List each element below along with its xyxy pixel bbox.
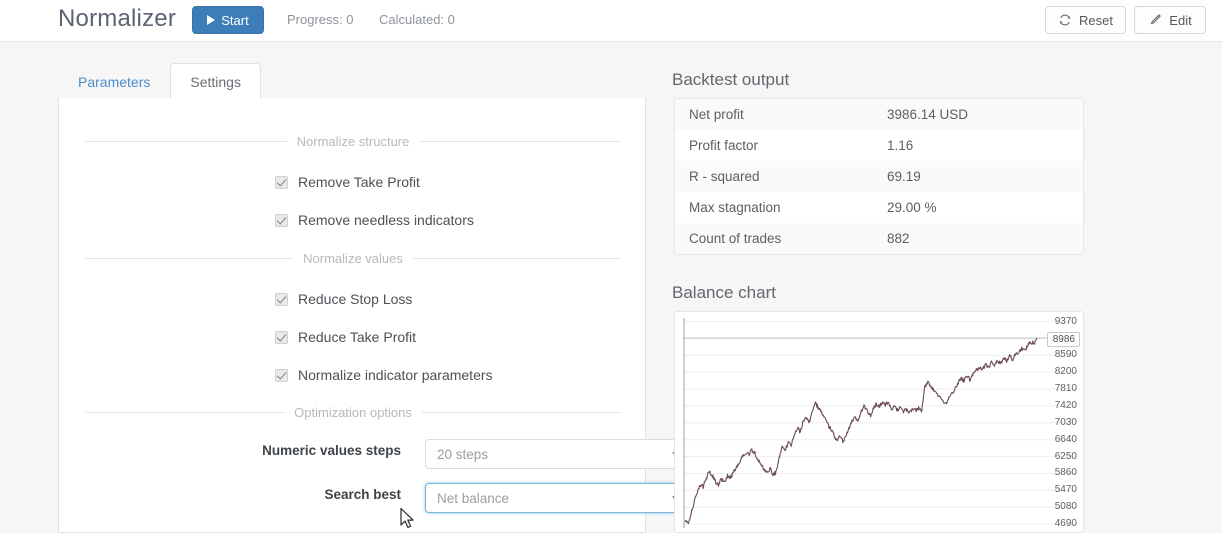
- tab-bar: Parameters Settings: [58, 62, 261, 99]
- search-best-select[interactable]: Net balance: [425, 483, 687, 513]
- pencil-icon: [1148, 13, 1162, 27]
- y-axis-tick-label: 6640: [1054, 433, 1077, 445]
- y-axis-tick-label: 5080: [1054, 501, 1077, 513]
- start-button-label: Start: [221, 12, 249, 28]
- balance-chart-canvas: [683, 318, 1077, 528]
- checkbox-label: Reduce Take Profit: [298, 329, 417, 345]
- tab-parameters-label: Parameters: [78, 73, 151, 90]
- table-row: Net profit 3986.14 USD: [675, 99, 1083, 130]
- y-axis-tick-label: 7030: [1054, 416, 1077, 428]
- y-axis-tick-label: 7420: [1054, 399, 1077, 411]
- checkbox-remove-needless-indicators[interactable]: Remove needless indicators: [275, 212, 474, 228]
- select-value: 20 steps: [437, 446, 489, 462]
- y-axis-tick-label: 8200: [1054, 366, 1077, 378]
- field-label: Numeric values steps: [262, 443, 401, 458]
- row-value: 3986.14 USD: [887, 107, 969, 122]
- legend-label: Normalize values: [303, 250, 403, 266]
- section-legend-normalize-structure: Normalize structure: [85, 133, 622, 149]
- balance-chart: 9370 8986 8590 8200 7810 7420 7030 6640 6250 5860…: [674, 311, 1084, 533]
- checkbox-icon[interactable]: [275, 292, 288, 306]
- app-title: Normalizer: [58, 5, 177, 32]
- y-axis-tick-label: 6250: [1054, 450, 1077, 462]
- header-actions: Reset Edit: [1045, 6, 1206, 34]
- checkbox-icon[interactable]: [275, 368, 288, 382]
- table-row: Max stagnation 29.00 %: [675, 192, 1083, 223]
- checkbox-reduce-stop-loss[interactable]: Reduce Stop Loss: [275, 291, 412, 307]
- tab-settings-label: Settings: [190, 73, 241, 90]
- legend-rule-right: [419, 140, 622, 142]
- field-search-best: Search best Net balance: [59, 483, 687, 513]
- backtest-output-title: Backtest output: [672, 70, 790, 89]
- row-key: R - squared: [689, 169, 760, 184]
- app-header: Normalizer Start Progress: 0 Calculated:…: [0, 0, 1222, 42]
- checkbox-icon[interactable]: [275, 175, 288, 189]
- reset-button-label: Reset: [1079, 12, 1113, 28]
- checkbox-reduce-take-profit[interactable]: Reduce Take Profit: [275, 329, 416, 345]
- legend-rule-left: [85, 140, 287, 142]
- mouse-cursor: [399, 507, 417, 533]
- y-axis-tick-label: 5860: [1054, 467, 1077, 479]
- reset-button[interactable]: Reset: [1045, 6, 1126, 34]
- checkbox-label: Reduce Stop Loss: [298, 291, 413, 307]
- row-value: 1.16: [887, 138, 914, 153]
- checkbox-label: Normalize indicator parameters: [298, 367, 493, 383]
- section-legend-optimization-options: Optimization options: [85, 404, 621, 420]
- table-row: Profit factor 1.16: [675, 130, 1083, 161]
- start-button[interactable]: Start: [192, 6, 264, 34]
- y-axis-tick-label: 8590: [1054, 349, 1077, 361]
- refresh-icon: [1058, 13, 1072, 27]
- checkbox-icon[interactable]: [275, 330, 288, 344]
- row-value: 69.19: [887, 169, 921, 184]
- table-row: Count of trades 882: [675, 223, 1083, 254]
- tab-parameters[interactable]: Parameters: [58, 63, 170, 99]
- legend-label: Optimization options: [294, 404, 412, 420]
- tab-settings[interactable]: Settings: [170, 63, 261, 99]
- numeric-values-steps-select[interactable]: 20 steps: [425, 439, 687, 469]
- edit-button[interactable]: Edit: [1134, 6, 1206, 34]
- y-axis-tick-label: 7810: [1054, 383, 1077, 394]
- checkbox-label: Remove Take Profit: [298, 174, 420, 190]
- select-value: Net balance: [437, 490, 510, 506]
- app-root: Normalizer Start Progress: 0 Calculated:…: [0, 0, 1222, 533]
- section-legend-normalize-values: Normalize values: [85, 250, 622, 266]
- checkbox-label: Remove needless indicators: [298, 212, 474, 228]
- y-axis-tick-label: 4690: [1054, 518, 1077, 530]
- row-value: 29.00 %: [887, 200, 937, 215]
- calculated-status: Calculated: 0: [379, 12, 455, 27]
- field-numeric-values-steps: Numeric values steps 20 steps: [59, 439, 687, 469]
- y-axis-tick-label: 9370: [1054, 315, 1077, 327]
- balance-chart-y-axis: 9370 8986 8590 8200 7810 7420 7030 6640 6250 5860…: [1037, 312, 1081, 532]
- settings-panel: Normalize structure Remove Take Profit R…: [58, 98, 687, 533]
- checkbox-icon[interactable]: [275, 213, 288, 227]
- backtest-output-table: Net profit 3986.14 USD Profit factor 1.1…: [674, 98, 1084, 255]
- edit-button-label: Edit: [1169, 12, 1192, 28]
- y-axis-tick-label: 5470: [1054, 484, 1077, 496]
- checkbox-remove-take-profit[interactable]: Remove Take Profit: [275, 174, 420, 190]
- play-icon: [207, 15, 216, 25]
- row-key: Count of trades: [689, 231, 782, 246]
- legend-rule-left: [85, 411, 285, 413]
- field-label: Search best: [324, 487, 401, 502]
- legend-label: Normalize structure: [296, 133, 410, 149]
- legend-rule-left: [85, 257, 294, 259]
- checkbox-normalize-indicator-parameters[interactable]: Normalize indicator parameters: [275, 367, 493, 383]
- row-value: 882: [887, 231, 910, 246]
- balance-chart-title: Balance chart: [672, 283, 776, 302]
- y-axis-current-value: 8986: [1046, 332, 1080, 348]
- legend-rule-right: [421, 411, 621, 413]
- progress-status: Progress: 0: [287, 12, 354, 27]
- row-key: Profit factor: [689, 138, 759, 153]
- table-row: R - squared 69.19: [675, 161, 1083, 192]
- row-key: Max stagnation: [689, 200, 781, 215]
- legend-rule-right: [412, 257, 622, 259]
- row-key: Net profit: [689, 107, 744, 122]
